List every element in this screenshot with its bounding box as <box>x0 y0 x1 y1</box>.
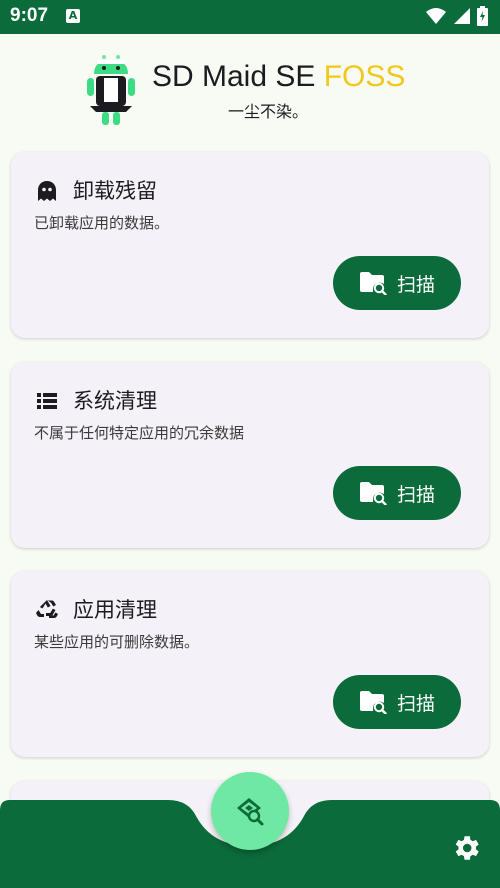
scan-button[interactable]: 扫描 <box>333 466 461 520</box>
card-description: 不属于任何特定应用的冗余数据 <box>34 424 245 442</box>
signal-icon <box>454 8 470 24</box>
folder-search-icon <box>359 691 387 714</box>
scan-button[interactable]: 扫描 <box>333 256 461 310</box>
card-description: 某些应用的可删除数据。 <box>34 633 200 651</box>
app-title-accent: FOSS <box>323 60 406 93</box>
list-icon <box>37 393 57 409</box>
card-title: 卸载残留 <box>73 179 157 203</box>
app-tagline: 一尘不染。 <box>228 102 309 121</box>
scan-button-label: 扫描 <box>396 483 435 506</box>
gear-icon[interactable] <box>450 832 482 864</box>
card-system-cleaner: 系统清理 不属于任何特定应用的冗余数据 扫描 <box>11 362 489 548</box>
folder-search-icon <box>359 482 387 505</box>
ghost-icon <box>38 181 56 201</box>
status-time: 9:07 <box>10 5 49 26</box>
app-title-main: SD Maid SE <box>152 60 316 93</box>
card-description: 已卸载应用的数据。 <box>34 214 170 232</box>
notification-icon: A <box>66 9 80 23</box>
broom-search-icon <box>237 798 264 826</box>
card-title: 系统清理 <box>73 389 157 413</box>
status-icons <box>425 6 488 26</box>
app-title: SD Maid SE FOSS <box>152 60 405 94</box>
battery-icon <box>477 6 488 26</box>
wifi-icon <box>426 8 446 24</box>
scan-button-label: 扫描 <box>396 692 435 715</box>
folder-search-icon <box>359 272 387 295</box>
mascot-logo <box>87 55 135 125</box>
card-title: 应用清理 <box>73 598 157 622</box>
scan-button[interactable]: 扫描 <box>333 675 461 729</box>
screen: 9:07 A SD Maid SE FOSS 一尘不染。 卸载残留 已卸载应用的… <box>0 0 500 888</box>
recycle-icon <box>36 600 58 618</box>
scan-all-fab[interactable] <box>211 772 289 850</box>
card-corpse-finder: 卸载残留 已卸载应用的数据。 扫描 <box>11 152 489 338</box>
app-header: SD Maid SE FOSS 一尘不染。 <box>0 34 500 152</box>
status-bar: 9:07 A <box>0 0 500 34</box>
scan-button-label: 扫描 <box>396 273 435 296</box>
card-app-cleaner: 应用清理 某些应用的可删除数据。 扫描 <box>11 571 489 757</box>
